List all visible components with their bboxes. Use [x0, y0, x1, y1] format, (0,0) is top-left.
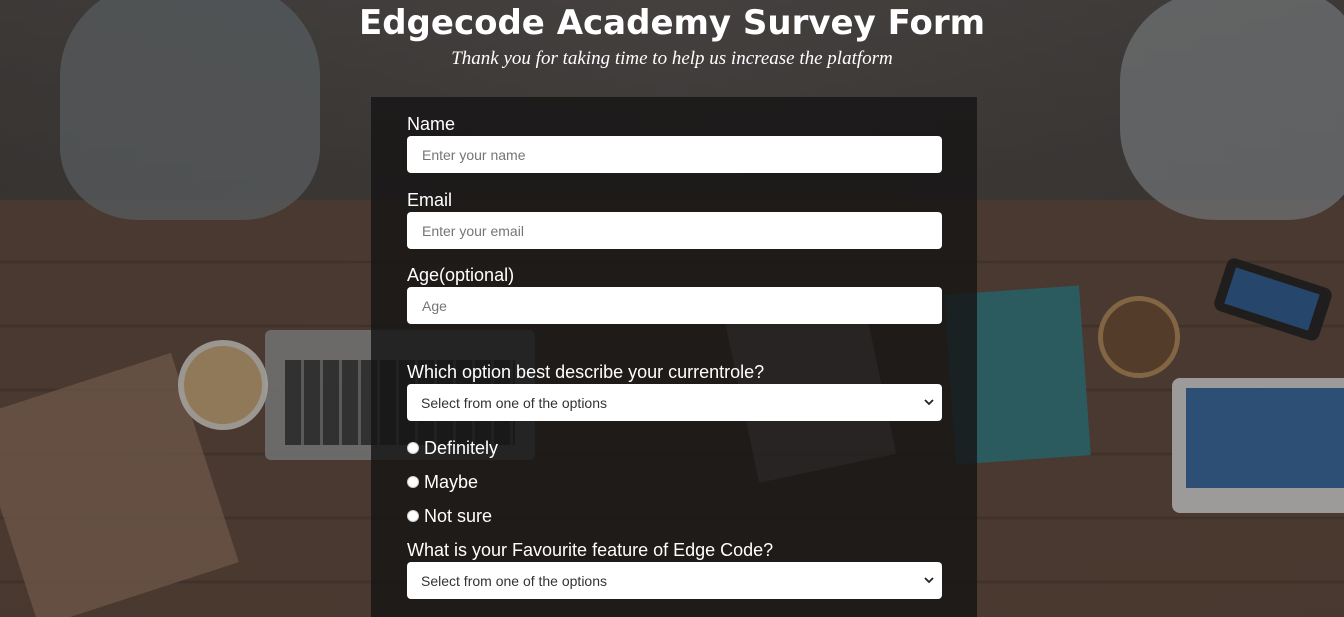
page-subtitle: Thank you for taking time to help us inc… [451, 48, 893, 69]
role-label: Which option best describe your currentr… [407, 362, 765, 382]
age-label: Age(optional) [407, 265, 515, 285]
radio-option-definitely[interactable]: Definitely [407, 437, 498, 459]
chevron-down-icon [924, 398, 934, 408]
email-label: Email [407, 190, 453, 210]
feature-select-value: Select from one of the options [421, 572, 607, 589]
survey-form: Name Email Age(optional) Which option be… [371, 97, 977, 617]
name-label: Name [407, 114, 456, 134]
radio-option-not-sure[interactable]: Not sure [407, 505, 492, 527]
age-field-group: Age(optional) [407, 265, 942, 324]
role-select[interactable]: Select from one of the options [407, 384, 942, 421]
email-input[interactable] [407, 212, 942, 249]
page-header: Edgecode Academy Survey Form Thank you f… [0, 0, 1344, 72]
radio-label: Definitely [424, 437, 499, 458]
radio-option-maybe[interactable]: Maybe [407, 471, 478, 493]
age-input[interactable] [407, 287, 942, 324]
radio-button-icon[interactable] [407, 442, 419, 454]
feature-select[interactable]: Select from one of the options [407, 562, 942, 599]
chevron-down-icon [924, 576, 934, 586]
email-field-group: Email [407, 190, 942, 249]
feature-label: What is your Favourite feature of Edge C… [407, 540, 774, 560]
radio-label: Not sure [424, 505, 493, 526]
name-input[interactable] [407, 136, 942, 173]
feature-field-group: What is your Favourite feature of Edge C… [407, 540, 942, 599]
role-field-group: Which option best describe your currentr… [407, 362, 942, 421]
page-title: Edgecode Academy Survey Form [358, 3, 986, 43]
role-select-value: Select from one of the options [421, 394, 607, 411]
radio-button-icon[interactable] [407, 510, 419, 522]
radio-label: Maybe [424, 471, 479, 492]
radio-button-icon[interactable] [407, 476, 419, 488]
name-field-group: Name [407, 114, 942, 173]
